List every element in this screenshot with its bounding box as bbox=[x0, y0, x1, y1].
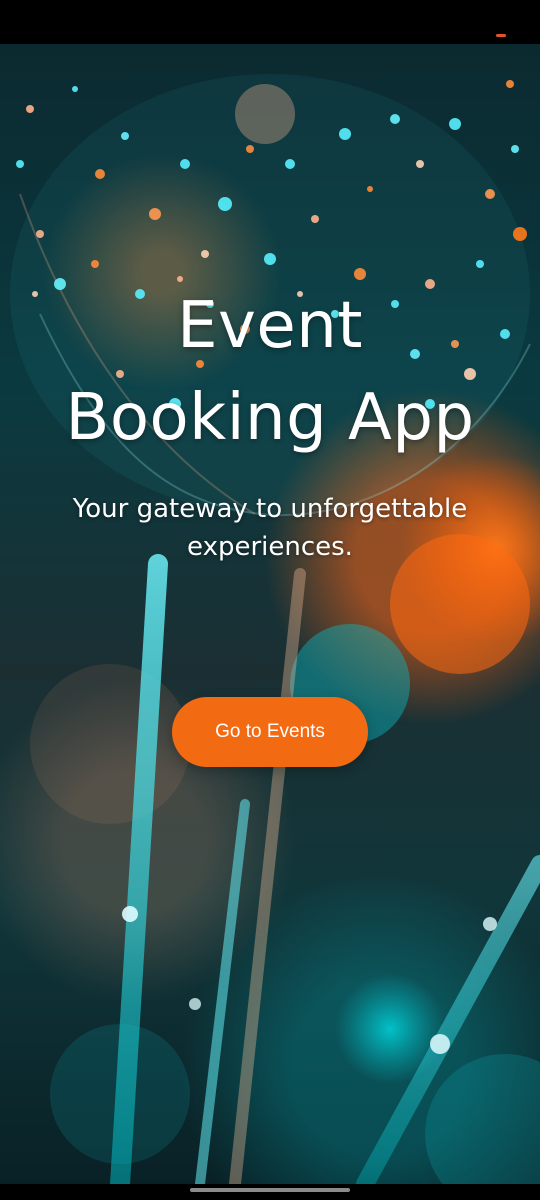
status-indicator-icon bbox=[496, 34, 506, 37]
navigation-bar bbox=[0, 1184, 540, 1200]
page-subtitle: Your gateway to unforgettable experience… bbox=[30, 490, 510, 566]
title-line-2: Booking App bbox=[65, 381, 475, 455]
subtitle-line-1: Your gateway to unforgettable bbox=[72, 494, 468, 524]
subtitle-line-2: experiences. bbox=[187, 532, 353, 562]
status-bar bbox=[0, 0, 540, 44]
app-screen: Event Booking App Your gateway to unforg… bbox=[0, 0, 540, 1200]
page-title: Event Booking App bbox=[20, 280, 520, 464]
go-to-events-button[interactable]: Go to Events bbox=[172, 697, 368, 767]
hero-section: Event Booking App Your gateway to unforg… bbox=[0, 0, 540, 1200]
home-indicator[interactable] bbox=[190, 1188, 350, 1192]
title-line-1: Event bbox=[177, 289, 363, 363]
